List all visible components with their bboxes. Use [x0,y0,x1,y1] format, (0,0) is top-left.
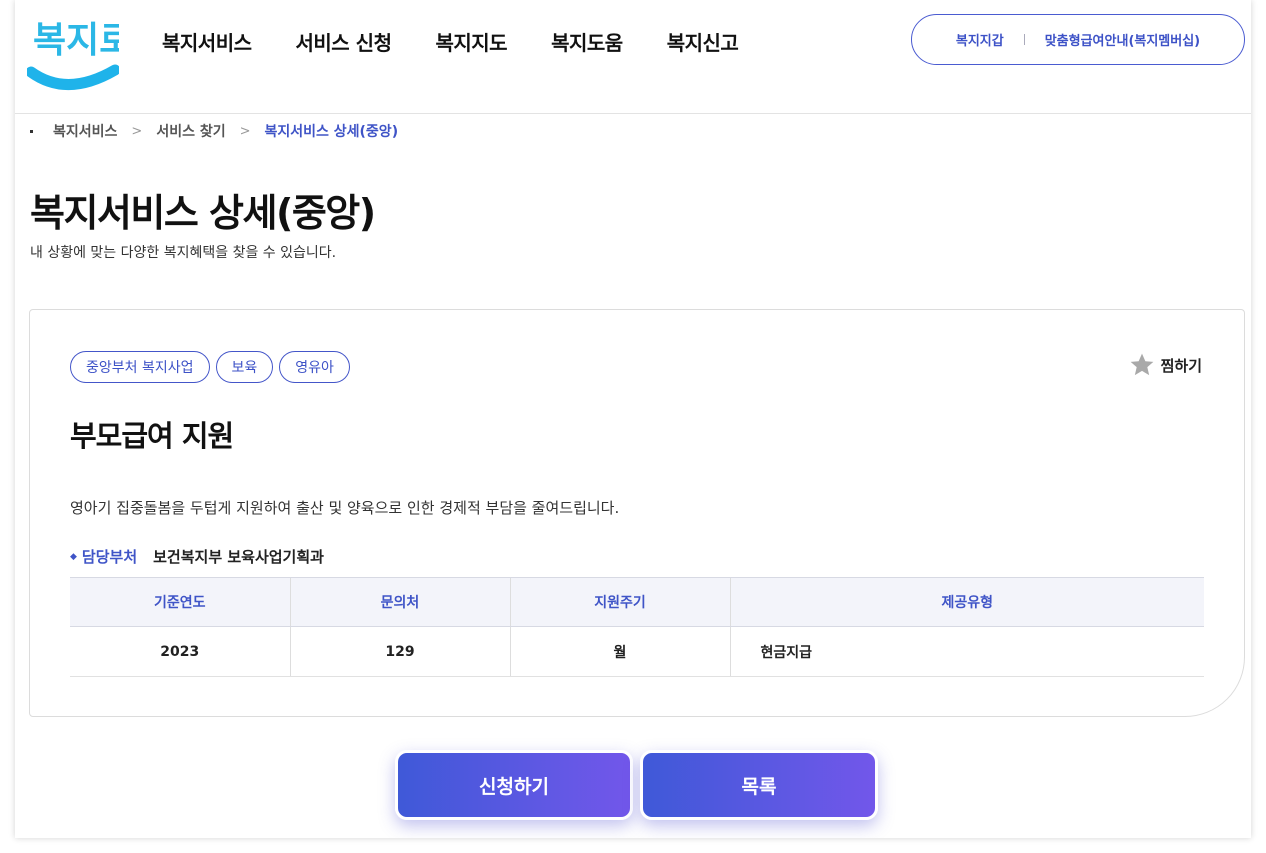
tag-infant[interactable]: 영유아 [279,351,350,383]
table-row: 2023 129 월 현금지급 [70,626,1204,677]
cell-contact: 129 [289,626,510,677]
table-header-row: 기준연도 문의처 지원주기 제공유형 [70,577,1204,627]
department-label: 담당부처 [81,548,138,566]
utility-links: 복지지갑 맞춤형급여안내(복지멤버십) [911,14,1245,65]
page-frame: 복지로 복지서비스 서비스 신청 복지지도 복지도움 복지신고 복지지갑 맞춤형… [15,0,1251,838]
favorite-button[interactable]: 찜하기 [1129,352,1202,378]
apply-button[interactable]: 신청하기 [395,750,633,820]
site-header: 복지로 복지서비스 서비스 신청 복지지도 복지도움 복지신고 복지지갑 맞춤형… [15,0,1251,114]
cell-provision-type: 현금지급 [729,626,1204,677]
header-provision-type: 제공유형 [729,577,1204,627]
page-subtitle: 내 상황에 맞는 다양한 복지혜택을 찾을 수 있습니다. [30,245,337,261]
department-row: ◆ 담당부처 보건복지부 보육사업기획과 [70,546,324,567]
nav-service-apply[interactable]: 서비스 신청 [296,27,392,56]
header-contact: 문의처 [289,577,510,627]
breadcrumb-item-1[interactable]: 복지서비스 [53,121,117,141]
tag-central-ministry[interactable]: 중앙부처 복지사업 [70,351,210,383]
breadcrumb-item-current: 복지서비스 상세(중앙) [264,124,399,140]
home-dot-icon [30,129,33,133]
service-info-table: 기준연도 문의처 지원주기 제공유형 2023 129 월 현금지급 [70,577,1204,677]
chevron-right-icon: > [131,123,143,139]
tag-childcare[interactable]: 보육 [215,351,274,383]
breadcrumb: 복지서비스 > 서비스 찾기 > 복지서비스 상세(중앙) [30,121,398,141]
service-description: 영아기 집중돌봄을 두텁게 지원하여 출산 및 양육으로 인한 경제적 부담을 … [70,499,620,517]
nav-welfare-map[interactable]: 복지지도 [435,27,507,56]
nav-welfare-services[interactable]: 복지서비스 [162,27,252,56]
cell-base-year: 2023 [70,626,290,677]
list-button[interactable]: 목록 [640,750,878,820]
header-base-year: 기준연도 [70,577,290,627]
star-icon [1130,353,1153,376]
page-title: 복지서비스 상세(중앙) [30,191,376,235]
logo-text: 복지로 [33,20,119,61]
custom-benefit-link[interactable]: 맞춤형급여안내(복지멤버십) [1045,30,1200,49]
diamond-bullet-icon: ◆ [70,551,77,562]
header-support-cycle: 지원주기 [509,577,730,627]
cell-support-cycle: 월 [509,626,730,677]
service-tags: 중앙부처 복지사업 보육 영유아 [70,351,350,383]
breadcrumb-item-2[interactable]: 서비스 찾기 [156,121,225,141]
divider [1023,34,1025,45]
nav-welfare-report[interactable]: 복지신고 [667,27,739,56]
site-logo[interactable]: 복지로 [25,12,132,96]
welfare-wallet-link[interactable]: 복지지갑 [956,30,1004,49]
bokjiro-logo-icon: 복지로 [25,20,132,90]
department-value: 보건복지부 보육사업기획과 [153,548,324,566]
favorite-label: 찜하기 [1160,356,1202,375]
chevron-right-icon: > [239,123,251,139]
service-name: 부모급여 지원 [70,419,234,453]
service-detail-card: 중앙부처 복지사업 보육 영유아 찜하기 부모급여 지원 영아기 집중돌봄을 두… [29,309,1245,717]
nav-welfare-help[interactable]: 복지도움 [551,27,623,56]
main-navigation: 복지서비스 서비스 신청 복지지도 복지도움 복지신고 [162,27,782,56]
